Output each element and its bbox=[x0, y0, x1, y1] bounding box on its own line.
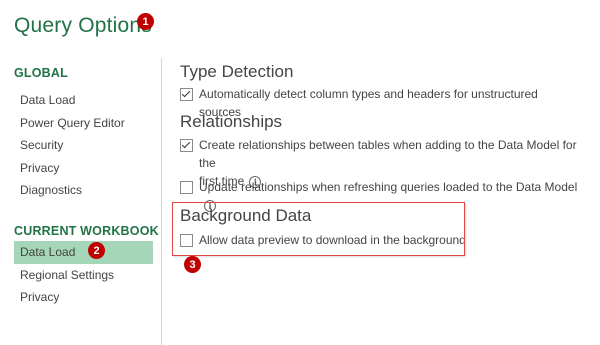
checkbox-auto-detect-types[interactable] bbox=[180, 88, 193, 101]
callout-badge-2: 2 bbox=[88, 242, 105, 259]
sidebar-divider bbox=[161, 58, 162, 345]
option-create-relationships-line1: Create relationships between tables when… bbox=[199, 138, 577, 170]
sidebar-item-diagnostics[interactable]: Diagnostics bbox=[14, 179, 154, 202]
sidebar-item-current-privacy[interactable]: Privacy bbox=[14, 286, 154, 309]
sidebar-header-current-workbook: CURRENT WORKBOOK bbox=[14, 224, 159, 238]
highlight-box bbox=[172, 202, 465, 256]
sidebar-group-current-workbook: Data Load Regional Settings Privacy bbox=[14, 241, 154, 309]
callout-badge-1: 1 bbox=[137, 13, 154, 30]
heading-relationships: Relationships bbox=[180, 112, 283, 131]
checkbox-update-relationships[interactable] bbox=[180, 181, 193, 194]
checkbox-create-relationships[interactable] bbox=[180, 139, 193, 152]
sidebar-item-regional-settings[interactable]: Regional Settings bbox=[14, 264, 154, 287]
sidebar-item-power-query-editor[interactable]: Power Query Editor bbox=[14, 112, 154, 135]
sidebar-header-global: GLOBAL bbox=[14, 66, 68, 80]
option-update-relationships-label: Update relationships when refreshing que… bbox=[199, 180, 578, 194]
callout-badge-3: 3 bbox=[184, 256, 201, 273]
sidebar-group-global: Data Load Power Query Editor Security Pr… bbox=[14, 89, 154, 202]
heading-type-detection: Type Detection bbox=[180, 62, 294, 81]
sidebar-item-global-data-load[interactable]: Data Load bbox=[14, 89, 154, 112]
sidebar-item-security[interactable]: Security bbox=[14, 134, 154, 157]
sidebar-item-global-privacy[interactable]: Privacy bbox=[14, 157, 154, 180]
options-sidebar: GLOBAL Data Load Power Query Editor Secu… bbox=[14, 60, 159, 304]
sidebar-item-current-data-load[interactable]: Data Load bbox=[14, 241, 153, 264]
dialog-title: Query Options bbox=[14, 14, 152, 37]
